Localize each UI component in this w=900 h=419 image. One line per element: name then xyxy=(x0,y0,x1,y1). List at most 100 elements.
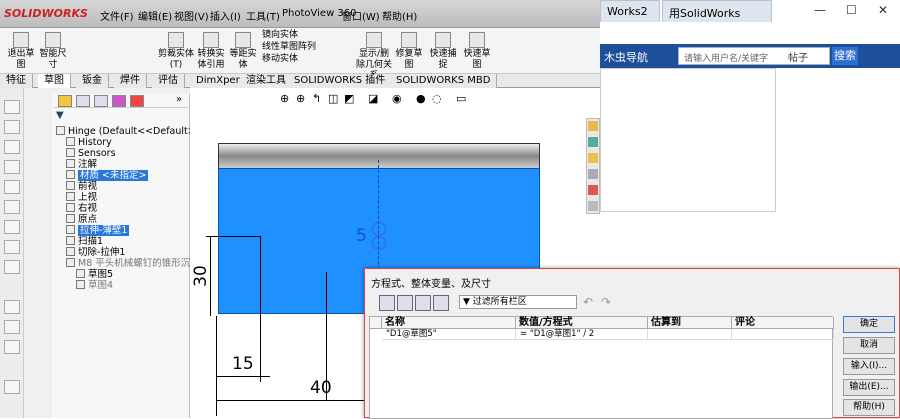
tab-sw-mbd[interactable]: SOLIDWORKS MBD xyxy=(390,74,498,88)
dimension-5[interactable]: 5 xyxy=(356,226,367,246)
tree-item[interactable]: 草图4 xyxy=(76,280,113,291)
tool-icon[interactable] xyxy=(4,220,20,234)
import-button[interactable]: 输入(I)... xyxy=(843,358,895,375)
tab-weldments[interactable]: 焊件 xyxy=(114,74,147,88)
home-icon[interactable] xyxy=(588,121,598,131)
ok-button[interactable]: 确定 xyxy=(843,316,895,333)
tree-item[interactable]: 前视 xyxy=(66,181,97,192)
tree-item[interactable]: 原点 xyxy=(66,214,97,225)
cell-comment[interactable] xyxy=(732,329,834,340)
tree-item[interactable]: 扫描1 xyxy=(66,236,103,247)
equations-view-icon[interactable] xyxy=(415,295,431,311)
filter-field[interactable]: ▼ 过滤所有栏区 xyxy=(459,295,577,309)
offset-entities-button[interactable]: 等距实体 xyxy=(228,32,258,71)
col-header-value[interactable]: 数值/方程式 xyxy=(516,317,648,329)
view-settings-icon[interactable]: ▭ xyxy=(456,92,466,105)
tool-icon[interactable] xyxy=(4,100,20,114)
reply-textarea[interactable] xyxy=(600,68,776,212)
display-manager-icon[interactable] xyxy=(130,95,144,107)
linear-pattern-button[interactable]: 线性草图阵列 xyxy=(262,42,352,53)
hide-show-icon[interactable]: ◉ xyxy=(392,92,402,105)
smart-dimension-button[interactable]: 智能尺寸 xyxy=(38,32,68,71)
display-style-icon[interactable]: ◪ xyxy=(368,92,378,105)
cell-value[interactable]: = "D1@草图1" / 2 xyxy=(516,329,648,340)
tab-evaluate[interactable]: 评估 xyxy=(152,74,185,88)
expand-arrow-icon[interactable]: » xyxy=(176,94,182,105)
tool-icon[interactable] xyxy=(4,300,20,314)
section-view-icon[interactable]: ◫ xyxy=(328,92,338,105)
tree-item[interactable]: 注解 xyxy=(66,159,97,170)
undo-icon[interactable]: ↶ xyxy=(583,295,593,309)
repair-sketch-button[interactable]: 修复草图 xyxy=(394,32,424,71)
menu-window[interactable]: 窗口(W) xyxy=(342,8,380,23)
browser-tab[interactable]: Works2 xyxy=(600,0,660,22)
propertymanager-icon[interactable] xyxy=(76,95,90,107)
tree-item[interactable]: Sensors xyxy=(66,148,116,159)
mirror-entities-button[interactable]: 镜向实体 xyxy=(262,30,352,41)
site-brand[interactable]: 木虫导航 xyxy=(604,49,648,65)
quick-snaps-button[interactable]: 快速捕捉 xyxy=(428,32,458,71)
cell-name[interactable]: "D1@草图5" xyxy=(382,329,516,340)
zoom-fit-icon[interactable]: ⊕ xyxy=(280,92,289,105)
menu-insert[interactable]: 插入(I) xyxy=(210,8,241,23)
menu-file[interactable]: 文件(F) xyxy=(100,8,134,23)
appearances-icon[interactable] xyxy=(588,185,598,195)
global-variables-icon[interactable] xyxy=(397,295,413,311)
browser-tab[interactable]: 用SolidWorks xyxy=(662,0,772,22)
redo-icon[interactable]: ↷ xyxy=(601,295,611,309)
sigma-icon[interactable] xyxy=(379,295,395,311)
tree-item[interactable]: History xyxy=(66,137,112,148)
sorted-view-icon[interactable] xyxy=(433,295,449,311)
zoom-area-icon[interactable]: ⊕ xyxy=(296,92,305,105)
custom-properties-icon[interactable] xyxy=(588,201,598,211)
hole-circle[interactable] xyxy=(372,222,386,236)
hole-circle[interactable] xyxy=(372,236,386,250)
dimension-15[interactable]: 15 xyxy=(232,354,254,374)
tree-item[interactable]: Hinge (Default<<Default>_Ph xyxy=(56,126,212,137)
tool-icon[interactable] xyxy=(4,260,20,274)
col-header-comment[interactable]: 评论 xyxy=(732,317,834,329)
tool-icon[interactable] xyxy=(4,240,20,254)
trim-entities-button[interactable]: 剪裁实体(T) xyxy=(158,32,194,71)
menu-help[interactable]: 帮助(H) xyxy=(382,8,417,23)
tool-icon[interactable] xyxy=(4,320,20,334)
tool-icon[interactable] xyxy=(4,180,20,194)
dimension-30[interactable]: 30 xyxy=(191,265,211,287)
export-button[interactable]: 输出(E)... xyxy=(843,379,895,396)
edit-appearance-icon[interactable]: ● xyxy=(416,92,426,105)
site-search-button[interactable]: 搜索 xyxy=(832,47,858,65)
tool-icon[interactable] xyxy=(4,340,20,354)
library-icon[interactable] xyxy=(588,137,598,147)
view-orientation-icon[interactable]: ◩ xyxy=(344,92,354,105)
dimxpert-icon[interactable] xyxy=(112,95,126,107)
site-search-select[interactable]: 帖子 xyxy=(788,49,808,64)
maximize-icon[interactable]: ☐ xyxy=(846,3,857,17)
col-header-name[interactable]: 名称 xyxy=(382,317,516,329)
dimension-40[interactable]: 40 xyxy=(310,378,332,398)
move-entities-button[interactable]: 移动实体 xyxy=(262,54,352,65)
previous-view-icon[interactable]: ↰ xyxy=(312,92,321,105)
tool-icon[interactable] xyxy=(4,380,20,394)
tool-icon[interactable] xyxy=(4,120,20,134)
menu-view[interactable]: 视图(V) xyxy=(174,8,209,23)
file-explorer-icon[interactable] xyxy=(588,153,598,163)
close-icon[interactable]: ✕ xyxy=(878,3,888,17)
view-palette-icon[interactable] xyxy=(588,169,598,179)
tab-features[interactable]: 特征 xyxy=(0,74,33,88)
tool-icon[interactable] xyxy=(4,140,20,154)
featuremanager-icon[interactable] xyxy=(58,95,72,107)
tree-item[interactable]: 切除-拉伸1 xyxy=(66,247,125,258)
tab-sheetmetal[interactable]: 钣金 xyxy=(76,74,109,88)
col-header-evaluates[interactable]: 估算到 xyxy=(648,317,732,329)
menu-edit[interactable]: 编辑(E) xyxy=(138,8,172,23)
tree-item[interactable]: 拉伸-薄壁1 xyxy=(66,225,130,236)
cancel-button[interactable]: 取消 xyxy=(843,337,895,354)
minimize-icon[interactable]: — xyxy=(814,3,826,17)
rapid-sketch-button[interactable]: 快速草图 xyxy=(462,32,492,71)
configmanager-icon[interactable] xyxy=(94,95,108,107)
tab-sw-addins[interactable]: SOLIDWORKS 插件 xyxy=(288,74,393,88)
tool-icon[interactable] xyxy=(4,200,20,214)
exit-sketch-button[interactable]: 退出草图 xyxy=(6,32,36,71)
tree-item[interactable]: 右视 xyxy=(66,203,97,214)
tree-item[interactable]: 草图5 xyxy=(76,269,113,280)
